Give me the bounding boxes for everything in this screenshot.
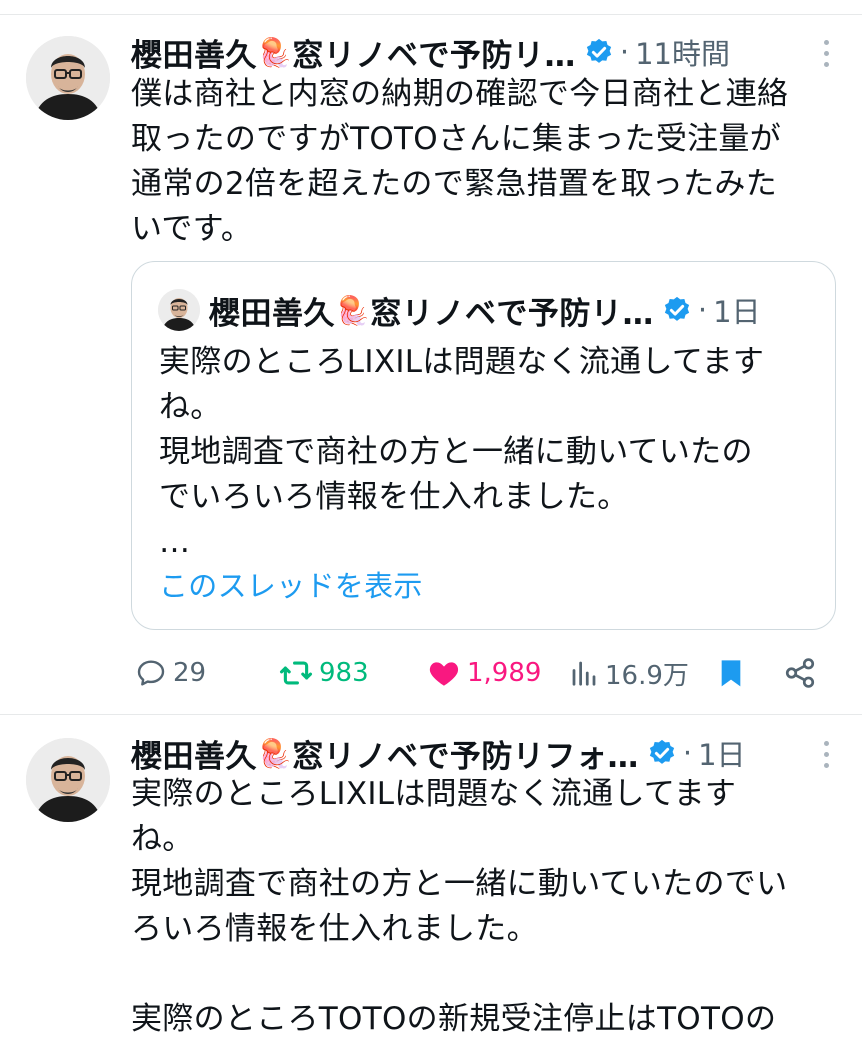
quoted-header: 櫻田善久 🪼 窓リノベで予防リ… · 1日 <box>209 288 761 332</box>
heart-icon <box>429 662 459 686</box>
action-bar: 29 983 1,989 16.9万 <box>131 650 836 696</box>
views-chart-icon <box>572 661 596 686</box>
views-count: 16.9万 <box>605 660 689 691</box>
avatar[interactable] <box>26 738 110 822</box>
author-title[interactable]: 窓リノベで予防リフォ… <box>292 731 639 776</box>
more-options-icon[interactable] <box>824 40 832 68</box>
tweet-header: 櫻田善久 🪼 窓リノベで予防リフォ… · 1日 <box>131 731 746 775</box>
avatar-photo <box>26 36 110 120</box>
quoted-avatar <box>158 289 200 331</box>
bookmark-button[interactable] <box>715 650 747 696</box>
tweet-header: 櫻田善久 🪼 窓リノベで予防リ… · 11時間 <box>131 30 730 74</box>
reply-count: 29 <box>173 658 207 688</box>
reply-button[interactable]: 29 <box>135 650 206 696</box>
quoted-author-name: 櫻田善久 <box>209 295 335 332</box>
like-button[interactable]: 1,989 <box>427 650 541 696</box>
tweet-body: 実際のところLIXILは問題なく流通してます ね。 現地調査で商社の方と一緒に動… <box>131 776 788 1037</box>
like-count: 1,989 <box>467 658 542 688</box>
quoted-tweet[interactable]: 櫻田善久 🪼 窓リノベで予防リ… · 1日 実際のところLIXILは問題なく流通… <box>131 261 836 630</box>
jellyfish-emoji: 🪼 <box>257 736 293 770</box>
retweet-button[interactable]: 983 <box>279 650 369 696</box>
show-thread-link[interactable]: このスレッドを表示 <box>159 564 423 609</box>
quoted-body: 実際のところLIXILは問題なく流通してます ね。 現地調査で商社の方と一緒に動… <box>159 344 765 560</box>
separator-dot: · <box>619 35 630 69</box>
avatar[interactable] <box>26 36 110 120</box>
verified-badge-icon <box>662 295 692 325</box>
jellyfish-emoji: 🪼 <box>257 35 293 69</box>
jellyfish-emoji: 🪼 <box>335 293 371 327</box>
views-button[interactable]: 16.9万 <box>569 650 689 696</box>
quoted-time: 1日 <box>713 295 761 329</box>
tweet-time[interactable]: 1日 <box>698 732 745 774</box>
share-icon <box>785 658 815 688</box>
tweet-time[interactable]: 11時間 <box>635 31 730 73</box>
share-button[interactable] <box>783 650 817 696</box>
retweet-count: 983 <box>319 658 369 688</box>
author-name[interactable]: 櫻田善久 <box>131 30 257 75</box>
separator-dot: · <box>697 293 708 327</box>
separator-dot: · <box>682 736 693 770</box>
retweet-icon <box>279 661 313 685</box>
tweet-divider <box>0 714 862 715</box>
more-options-icon[interactable] <box>824 741 832 769</box>
reply-icon <box>137 660 165 686</box>
bookmark-icon <box>721 660 741 687</box>
divider-top <box>0 14 862 15</box>
author-title[interactable]: 窓リノベで予防リ… <box>292 30 576 75</box>
verified-badge-icon <box>584 37 614 67</box>
quoted-avatar-photo <box>158 289 200 331</box>
tweet-body: 僕は商社と内窓の納期の確認で今日商社と連絡 取ったのですがTOTOさんに集まった… <box>131 76 789 247</box>
quoted-author-title: 窓リノベで予防リ… <box>370 295 654 332</box>
avatar-photo <box>26 738 110 822</box>
author-name[interactable]: 櫻田善久 <box>131 731 257 776</box>
verified-badge-icon <box>647 738 677 768</box>
